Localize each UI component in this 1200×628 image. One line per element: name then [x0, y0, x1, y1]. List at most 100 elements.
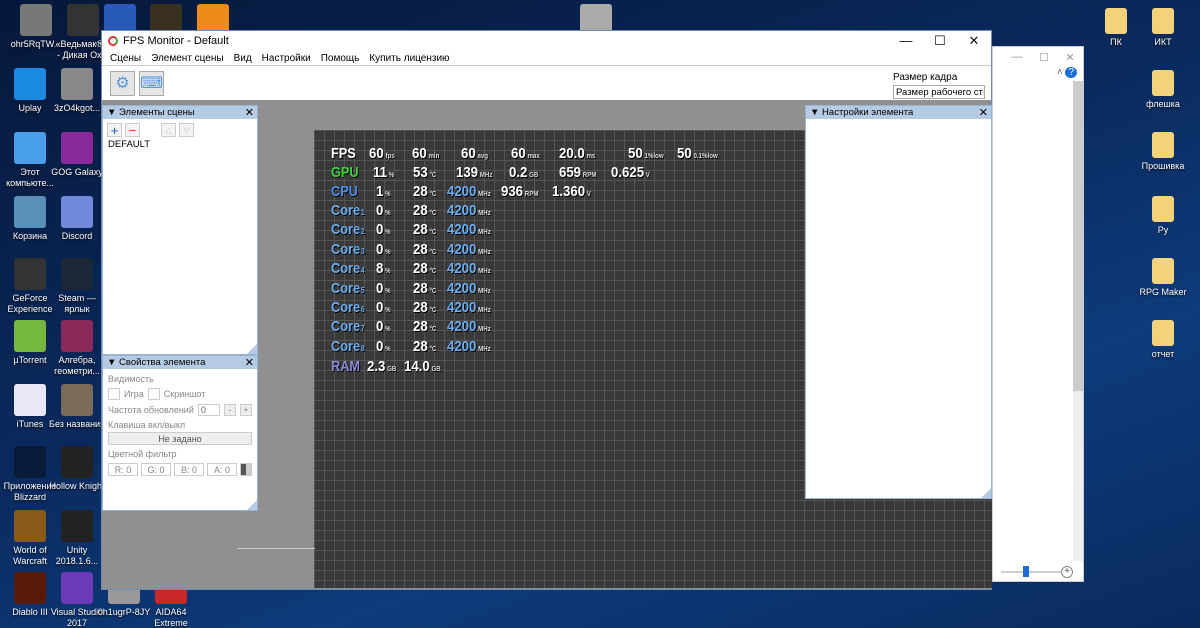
scene-item[interactable]: DEFAULT	[103, 139, 257, 150]
osd-value: 1.360 V	[552, 183, 591, 200]
green-input[interactable]: G: 0	[141, 463, 171, 476]
menu-view[interactable]: Вид	[234, 53, 252, 64]
close-icon[interactable]: ✕	[1065, 51, 1074, 64]
osd-value: 0%	[376, 221, 391, 239]
collapse-icon[interactable]: ▼	[107, 107, 119, 118]
color-swatch[interactable]	[240, 463, 252, 476]
osd-value: 60 min	[412, 145, 440, 162]
core-index: 6	[360, 305, 365, 314]
osd-value: 0%	[376, 337, 391, 355]
hotkeys-button[interactable]: ⌨	[139, 70, 164, 96]
menu-help[interactable]: Помощь	[321, 53, 360, 64]
red-input[interactable]: R: 0	[108, 463, 138, 476]
osd-value: 0%	[376, 279, 391, 297]
core-index: 7	[360, 324, 365, 334]
desktop-icon[interactable]: отчет	[1133, 320, 1193, 360]
hotkey-button[interactable]: Не задано	[108, 432, 252, 445]
alpha-input[interactable]: A: 0	[207, 463, 237, 476]
hotkey-label: Клавиша вкл/выкл	[108, 420, 186, 430]
close-icon[interactable]: ✕	[245, 356, 254, 369]
desktop-icon[interactable]: GOG Galaxy	[47, 132, 107, 178]
blue-input[interactable]: B: 0	[174, 463, 204, 476]
zoom-in-icon[interactable]: +	[1061, 566, 1073, 578]
settings-button[interactable]: ⚙	[110, 70, 135, 96]
app-icon	[14, 446, 46, 478]
close-button[interactable]: ✕	[957, 33, 991, 49]
menu-scene-element[interactable]: Элемент сцены	[151, 53, 223, 64]
desktop-icon[interactable]: флешка	[1133, 70, 1193, 110]
desktop-icon-label: Unity 2018.1.6...	[55, 545, 99, 566]
decrement-button[interactable]: -	[223, 404, 236, 416]
folder-icon	[1152, 320, 1174, 346]
desktop-icon[interactable]: Без названия	[47, 384, 107, 430]
resize-handle[interactable]	[247, 500, 257, 510]
desktop-icon-label: RPG Maker	[1139, 287, 1187, 297]
desktop-icon[interactable]: Steam — ярлык	[47, 258, 107, 315]
osd-value: 28 °C	[413, 202, 437, 219]
add-button[interactable]: +	[107, 123, 122, 138]
element-properties-panel: ▼ Свойства элемента ✕ Видимость Игра Скр…	[102, 355, 258, 511]
close-icon[interactable]: ✕	[979, 106, 988, 119]
osd-row-core: Core6 0% 28 °C 4200 MHz	[331, 299, 491, 318]
osd-value: 0%	[376, 240, 391, 258]
desktop-icon[interactable]: Py	[1133, 196, 1193, 236]
maximize-button[interactable]: ☐	[923, 33, 957, 49]
resize-handle[interactable]	[247, 344, 257, 354]
close-icon[interactable]: ✕	[245, 106, 254, 119]
scrollbar[interactable]	[1073, 81, 1083, 561]
desktop-icon-label: ИКТ	[1154, 37, 1172, 47]
minimize-button[interactable]: —	[889, 33, 923, 49]
menu-buy-license[interactable]: Купить лицензию	[369, 53, 449, 64]
collapse-icon[interactable]: ▼	[810, 107, 822, 118]
desktop-icon[interactable]: Hollow Knight	[47, 446, 107, 492]
screenshot-checkbox[interactable]	[147, 388, 160, 400]
osd-row-fps: FPS 60 fps 60 min 60 avg 60 max 20.0 ms 50 1%low 50 0.…	[331, 145, 718, 164]
chevron-up-icon[interactable]: ˄	[1057, 67, 1063, 78]
osd-label: Core6	[331, 299, 365, 316]
desktop-icon[interactable]: Алгебра, геометри...	[47, 320, 107, 377]
osd-value: 14.0 GB	[404, 358, 441, 375]
collapse-icon[interactable]: ▼	[107, 357, 119, 368]
frame-size-select[interactable]: Размер рабочего ст ▼	[893, 85, 985, 99]
osd-value: 8%	[376, 260, 391, 278]
desktop-icon[interactable]: ИКТ	[1133, 8, 1193, 48]
desktop-icon[interactable]: Прошивка	[1133, 132, 1193, 172]
osd-label: Core1	[331, 202, 365, 219]
move-down-button[interactable]: ▽	[179, 123, 194, 137]
folder-icon	[1152, 258, 1174, 284]
maximize-icon[interactable]: ☐	[1039, 51, 1049, 64]
desktop-icon[interactable]: RPG Maker	[1133, 258, 1193, 298]
panel-title: Настройки элемента	[822, 107, 914, 118]
osd-label: Core3	[331, 240, 365, 258]
app-icon	[61, 510, 93, 542]
osd-row-core: Core3 0% 28 °C 4200 MHz	[331, 240, 491, 260]
window-title: FPS Monitor - Default	[123, 35, 229, 47]
increment-button[interactable]: +	[239, 404, 252, 416]
osd-value: 936 RPM	[501, 183, 539, 200]
game-checkbox[interactable]	[108, 388, 120, 400]
osd-value: 4200 MHz	[447, 240, 491, 258]
osd-row-core: Core8 0% 28 °C 4200 MHz	[331, 338, 491, 357]
desktop-icon[interactable]: Discord	[47, 196, 107, 242]
desktop-icon[interactable]: Unity 2018.1.6...	[47, 510, 107, 567]
refresh-rate-input[interactable]: 0	[197, 404, 220, 416]
help-icon[interactable]: ?	[1065, 67, 1077, 78]
minimize-icon[interactable]: —	[1011, 51, 1022, 63]
osd-value: 1%	[376, 183, 391, 200]
desktop-icon-label: Py	[1157, 225, 1169, 235]
app-icon	[61, 446, 93, 478]
osd-value: 0%	[376, 202, 391, 219]
move-up-button[interactable]: △	[161, 123, 176, 137]
resize-handle[interactable]	[981, 488, 991, 498]
osd-value: 4200 MHz	[447, 183, 491, 200]
remove-button[interactable]: −	[125, 123, 140, 138]
menu-settings[interactable]: Настройки	[262, 53, 311, 64]
game-label: Игра	[124, 389, 144, 399]
app-icon	[61, 320, 93, 352]
app-icon	[14, 320, 46, 352]
app-icon	[14, 384, 46, 416]
menu-scenes[interactable]: Сцены	[110, 53, 141, 64]
core-index: 1	[360, 208, 365, 217]
zoom-slider[interactable]	[1001, 566, 1061, 577]
desktop-icon[interactable]: 3zO4kgot...	[47, 68, 107, 114]
